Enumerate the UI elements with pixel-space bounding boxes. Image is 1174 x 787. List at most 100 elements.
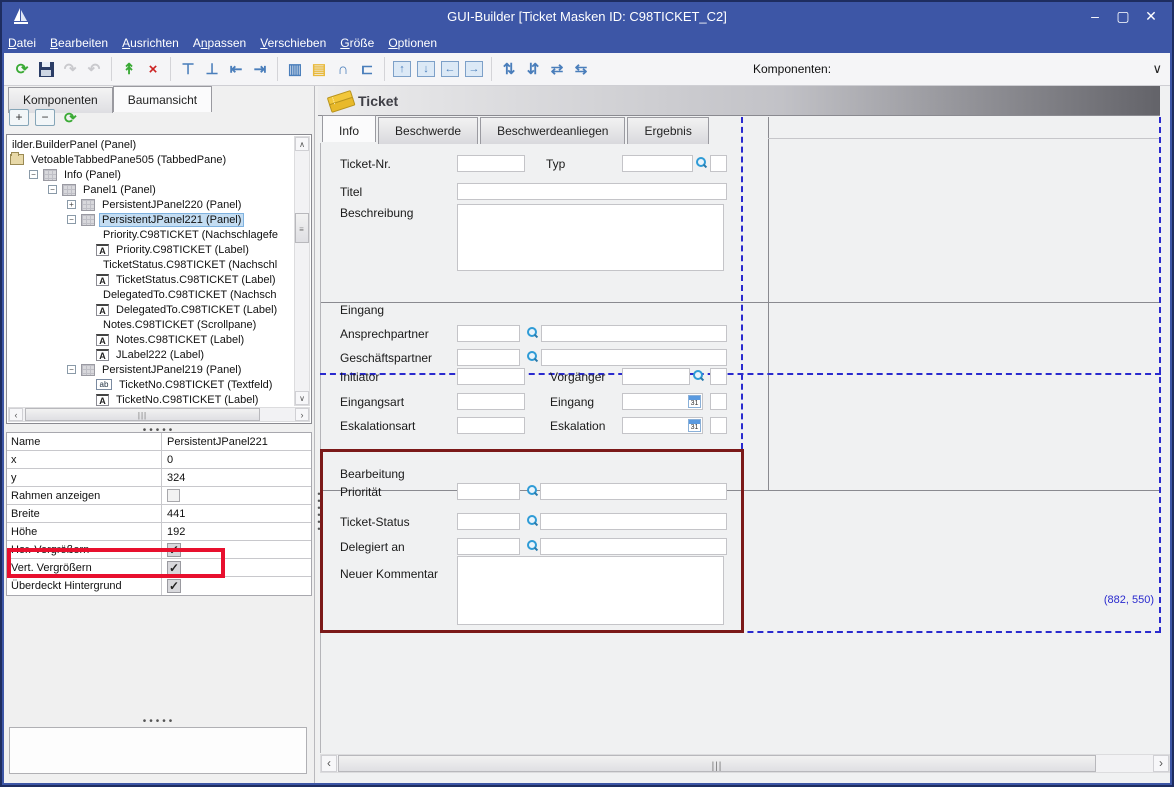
align-left-icon[interactable]: ⇤ <box>225 58 247 80</box>
typ-field[interactable] <box>622 155 693 172</box>
vorgaenger-small-field[interactable] <box>710 368 727 385</box>
typ-small-field[interactable] <box>710 155 727 172</box>
ansprechpartner-field[interactable] <box>457 325 520 342</box>
fit-width-icon[interactable]: ⇆ <box>570 58 592 80</box>
undo-icon[interactable]: ↶ <box>83 58 105 80</box>
tree-item[interactable]: Notes.C98TICKET (Scrollpane) <box>8 317 293 332</box>
align-top-icon[interactable]: ⊤ <box>177 58 199 80</box>
eingang-small-field[interactable] <box>710 393 727 410</box>
titel-field[interactable] <box>457 183 727 200</box>
property-value[interactable]: PersistentJPanel221 <box>162 436 268 448</box>
tree-item[interactable]: +PersistentJPanel220 (Panel) <box>8 197 293 212</box>
menu-item-ausrichten[interactable]: Ausrichten <box>122 36 179 50</box>
canvas-horizontal-scrollbar[interactable]: ‹ ||| › <box>320 754 1170 773</box>
geschaeftspartner-name-field[interactable] <box>541 349 727 366</box>
tree-refresh-icon[interactable]: ⟳ <box>64 109 77 127</box>
tree-item[interactable]: AJLabel222 (Label) <box>8 347 293 362</box>
distribute-horizontal-icon[interactable]: ▤ <box>308 58 330 80</box>
minimize-button[interactable]: – <box>1086 8 1104 25</box>
form-tab-beschwerdeanliegen[interactable]: Beschwerdeanliegen <box>480 117 625 144</box>
tree-item[interactable]: Priority.C98TICKET (Nachschlagefe <box>8 227 293 242</box>
canvas-hscroll-thumb[interactable]: ||| <box>338 755 1096 772</box>
resize-height-icon[interactable]: ⇅ <box>498 58 520 80</box>
tab-baumansicht[interactable]: Baumansicht <box>113 86 212 112</box>
eskalation-small-field[interactable] <box>710 417 727 434</box>
property-value[interactable]: 441 <box>162 508 185 520</box>
tree-item[interactable]: −Panel1 (Panel) <box>8 182 293 197</box>
tree-item[interactable]: ADelegatedTo.C98TICKET (Label) <box>8 302 293 317</box>
align-bottom-icon[interactable]: ⊥ <box>201 58 223 80</box>
scroll-up-icon[interactable]: ∧ <box>295 137 309 151</box>
tree-item[interactable]: −PersistentJPanel221 (Panel) <box>8 212 293 227</box>
scroll-right-icon[interactable]: › <box>1153 755 1169 772</box>
fit-height-icon[interactable]: ⇵ <box>522 58 544 80</box>
tree-item[interactable]: VetoableTabbedPane505 (TabbedPane) <box>8 152 293 167</box>
ticket-nr-field[interactable] <box>457 155 525 172</box>
eingang-calendar-icon[interactable]: 31 <box>688 395 701 408</box>
geschaeftspartner-field[interactable] <box>457 349 520 366</box>
form-tab-ergebnis[interactable]: Ergebnis <box>627 117 708 144</box>
checkbox-unchecked[interactable] <box>167 489 180 502</box>
ansprechpartner-lookup-icon[interactable] <box>526 327 538 339</box>
menu-item-bearbeiten[interactable]: Bearbeiten <box>50 36 108 50</box>
redo-icon[interactable]: ↷ <box>59 58 81 80</box>
expand-icon[interactable]: + <box>67 200 76 209</box>
tree-item[interactable]: ATicketStatus.C98TICKET (Label) <box>8 272 293 287</box>
collapse-icon[interactable]: − <box>67 215 76 224</box>
save-icon[interactable] <box>35 58 57 80</box>
checkbox-checked[interactable]: ✓ <box>167 579 181 593</box>
maximize-button[interactable]: ▢ <box>1114 8 1132 25</box>
tree-horizontal-scrollbar[interactable]: ‹ ||| › <box>8 407 310 422</box>
komponenten-combobox[interactable]: ∨ <box>831 58 1170 80</box>
move-up-icon[interactable]: ↑ <box>393 61 411 77</box>
eskalation-calendar-icon[interactable]: 31 <box>688 419 701 432</box>
delete-component-icon[interactable]: × <box>142 58 164 80</box>
resize-width-icon[interactable]: ⇄ <box>546 58 568 80</box>
property-value[interactable]: 0 <box>162 454 173 466</box>
tree-hscroll-thumb[interactable]: ||| <box>25 408 260 421</box>
tree-item[interactable]: APriority.C98TICKET (Label) <box>8 242 293 257</box>
same-width-icon[interactable]: ∩ <box>332 58 354 80</box>
eingangsart-field[interactable] <box>457 393 525 410</box>
tree-item[interactable]: TicketStatus.C98TICKET (Nachschl <box>8 257 293 272</box>
collapse-icon[interactable]: − <box>29 170 38 179</box>
menu-item-verschieben[interactable]: Verschieben <box>260 36 326 50</box>
ansprechpartner-name-field[interactable] <box>541 325 727 342</box>
menu-item-größe[interactable]: Größe <box>340 36 374 50</box>
collapse-icon[interactable]: − <box>48 185 57 194</box>
vorgaenger-lookup-icon[interactable] <box>692 370 704 382</box>
scroll-right-icon[interactable]: › <box>295 408 309 421</box>
scroll-down-icon[interactable]: ∨ <box>295 391 309 405</box>
same-height-icon[interactable]: ⊏ <box>356 58 378 80</box>
tree-item[interactable]: ATicketNo.C98TICKET (Label) <box>8 392 293 407</box>
close-button[interactable]: ✕ <box>1142 8 1160 25</box>
beschreibung-field[interactable] <box>457 204 724 271</box>
tree-vscroll-thumb[interactable]: ≡ <box>295 213 309 243</box>
bottom-splitter-handle[interactable]: ••••• <box>4 716 314 727</box>
distribute-vertical-icon[interactable]: ▥ <box>284 58 306 80</box>
typ-lookup-icon[interactable] <box>695 157 707 169</box>
menu-item-anpassen[interactable]: Anpassen <box>193 36 246 50</box>
tree-vertical-scrollbar[interactable]: ∧ ≡ ∨ <box>294 136 310 406</box>
collapse-icon[interactable]: − <box>67 365 76 374</box>
vertical-splitter-handle[interactable]: •••••• <box>316 491 322 533</box>
tree-item[interactable]: −Info (Panel) <box>8 167 293 182</box>
property-value[interactable]: 192 <box>162 526 185 538</box>
scroll-left-icon[interactable]: ‹ <box>321 755 337 772</box>
property-value[interactable]: 324 <box>162 472 185 484</box>
tree-collapse-button[interactable]: − <box>35 109 55 126</box>
initiator-field[interactable] <box>457 368 525 385</box>
move-right-icon[interactable]: → <box>465 61 483 77</box>
tree-expand-button[interactable]: + <box>9 109 29 126</box>
vorgaenger-field[interactable] <box>622 368 690 385</box>
form-tab-info[interactable]: Info <box>322 115 376 142</box>
tree-item[interactable]: DelegatedTo.C98TICKET (Nachsch <box>8 287 293 302</box>
scroll-left-icon[interactable]: ‹ <box>9 408 23 421</box>
eskalationsart-field[interactable] <box>457 417 525 434</box>
align-right-icon[interactable]: ⇥ <box>249 58 271 80</box>
tree-item[interactable]: ANotes.C98TICKET (Label) <box>8 332 293 347</box>
menu-item-datei[interactable]: Datei <box>8 36 36 50</box>
tree-item[interactable]: ilder.BuilderPanel (Panel) <box>8 137 293 152</box>
tree-item[interactable]: abTicketNo.C98TICKET (Textfeld) <box>8 377 293 392</box>
tree-structure-icon[interactable]: ↟ <box>118 58 140 80</box>
